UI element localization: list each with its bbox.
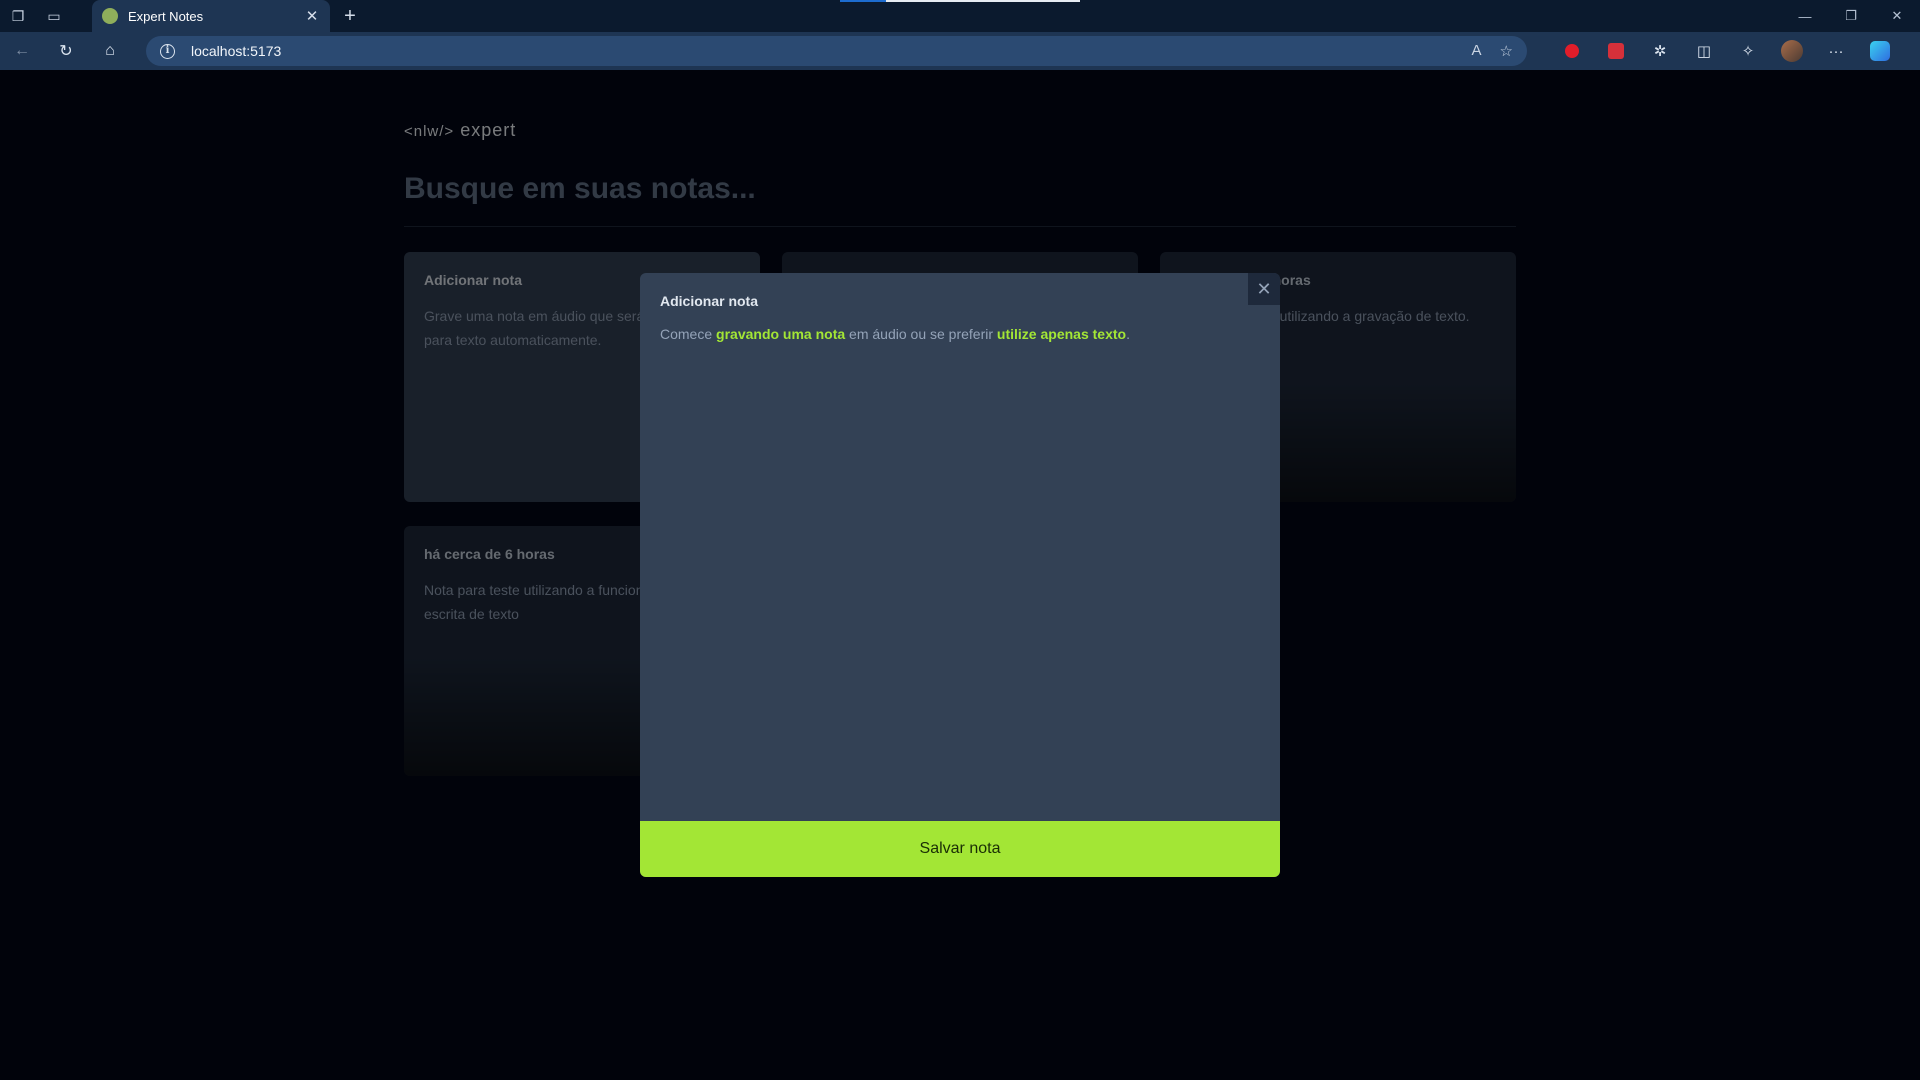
record-audio-link[interactable]: gravando uma nota (716, 326, 845, 342)
extension-red-square-icon[interactable] (1594, 32, 1638, 70)
dialog-body: Adicionar nota Comece gravando uma nota … (640, 273, 1280, 821)
restore-icon[interactable]: ❐ (1828, 0, 1874, 32)
new-tab-icon[interactable]: + (338, 0, 362, 32)
extensions-puzzle-icon[interactable]: ✲ (1638, 32, 1682, 70)
copilot-icon[interactable] (1858, 32, 1902, 70)
instructions-text: em áudio ou se preferir (845, 326, 997, 342)
tab-favicon-icon (102, 8, 118, 24)
add-note-dialog: ✕ Adicionar nota Comece gravando uma not… (640, 273, 1280, 877)
favorites-icon[interactable]: ✧ (1726, 32, 1770, 70)
tab-strip-indicator-active (840, 0, 886, 2)
dialog-instructions: Comece gravando uma nota em áudio ou se … (660, 323, 1260, 345)
browser-nav-bar: ← ↻ ⌂ i localhost:5173 A ☆ ✲ ◫ ✧ ··· (0, 32, 1920, 70)
profile-avatar[interactable] (1770, 32, 1814, 70)
favorite-star-icon[interactable]: ☆ (1500, 42, 1513, 60)
tab-close-icon[interactable]: ✕ (304, 7, 320, 25)
refresh-icon[interactable]: ↻ (44, 32, 88, 70)
browser-tab-bar: ❐ ▭ Expert Notes ✕ + — ❐ ✕ (0, 0, 1920, 32)
read-aloud-icon[interactable]: A (1472, 42, 1482, 60)
browser-tab[interactable]: Expert Notes ✕ (92, 0, 330, 32)
close-icon[interactable]: ✕ (1248, 273, 1280, 305)
instructions-text: . (1126, 326, 1130, 342)
more-menu-icon[interactable]: ··· (1814, 32, 1858, 70)
page: <nlw/> expert Adicionar nota Grave uma n… (0, 70, 1920, 1080)
extension-red-icon[interactable] (1550, 32, 1594, 70)
address-bar[interactable]: i localhost:5173 A ☆ (146, 36, 1527, 66)
extensions-toolbar: ✲ ◫ ✧ ··· (1550, 32, 1902, 70)
home-icon[interactable]: ⌂ (88, 32, 132, 70)
site-info-icon[interactable]: i (160, 43, 175, 59)
split-screen-icon[interactable]: ◫ (1682, 32, 1726, 70)
dialog-title: Adicionar nota (660, 293, 759, 309)
close-window-icon[interactable]: ✕ (1874, 0, 1920, 32)
window-controls: — ❐ ✕ (1782, 0, 1920, 32)
use-text-link[interactable]: utilize apenas texto (997, 326, 1126, 342)
minimize-icon[interactable]: — (1782, 0, 1828, 32)
address-url[interactable]: localhost:5173 (191, 43, 1472, 59)
tab-actions-icon[interactable]: ▭ (36, 0, 72, 32)
workspaces-icon[interactable]: ❐ (0, 0, 36, 32)
save-note-button[interactable]: Salvar nota (640, 821, 1280, 877)
tab-title: Expert Notes (128, 8, 204, 24)
instructions-text: Comece (660, 326, 717, 342)
back-icon[interactable]: ← (0, 32, 44, 70)
